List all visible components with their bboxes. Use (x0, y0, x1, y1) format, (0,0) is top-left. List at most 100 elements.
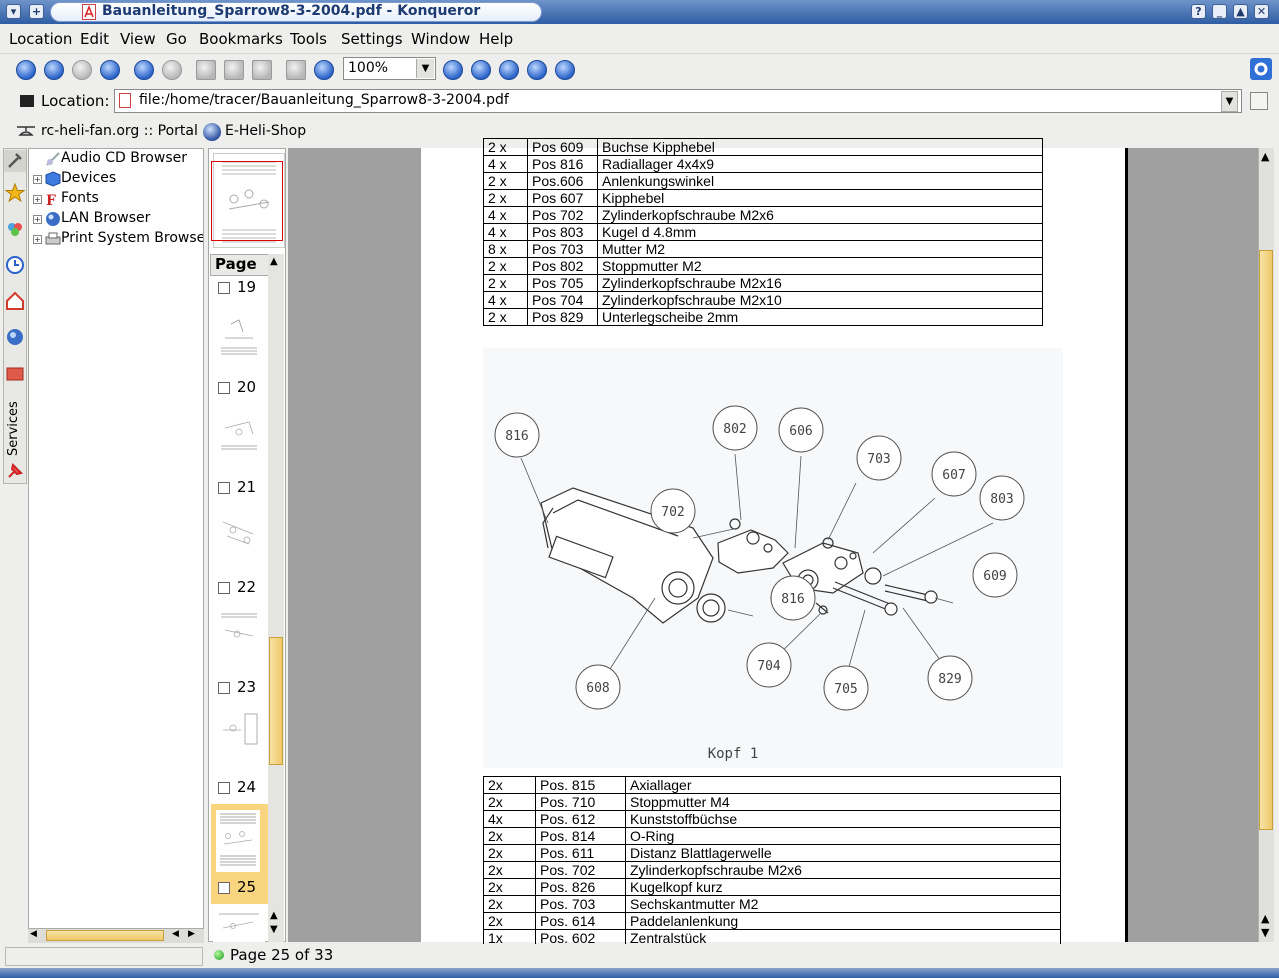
services-vertical-tab[interactable]: Services (6, 398, 24, 458)
table-cell: Zylinderkopfschraube M2x16 (597, 274, 1043, 292)
thumbnail-page-25[interactable]: 25 (213, 808, 268, 908)
table-cell: Pos.606 (527, 172, 598, 190)
menu-location[interactable]: Location (9, 30, 72, 48)
help-button[interactable]: ? (1191, 4, 1206, 19)
page-checkbox[interactable] (218, 882, 230, 894)
menu-bar (0, 26, 1279, 52)
previous-page-icon[interactable] (499, 60, 519, 80)
window-menu-button[interactable]: ▾ (6, 4, 21, 19)
print-icon[interactable] (286, 60, 306, 80)
scroll-up-icon[interactable]: ▲ (270, 256, 278, 267)
thumbnail-page-26-partial[interactable] (213, 908, 265, 942)
menu-bookmarks[interactable]: Bookmarks (199, 30, 283, 48)
table-cell: 2x (483, 776, 536, 794)
chevron-down-icon[interactable]: ▼ (416, 59, 434, 78)
forward-icon[interactable] (72, 60, 92, 80)
menu-tools[interactable]: Tools (290, 30, 327, 48)
thumbnail-page-23[interactable]: 23 (213, 678, 268, 778)
expand-icon[interactable]: + (33, 175, 42, 184)
last-page-icon[interactable] (555, 60, 575, 80)
tree-item-lan-browser[interactable]: + LAN Browser (29, 209, 203, 229)
page-checkbox[interactable] (218, 682, 230, 694)
tree-item-fonts[interactable]: + F Fonts (29, 189, 203, 209)
page-checkbox[interactable] (218, 282, 230, 294)
thumbnail-page-22[interactable]: 22 (213, 578, 268, 678)
thumbnail-page-21[interactable]: 21 (213, 478, 268, 578)
root-folder-icon[interactable] (4, 362, 26, 384)
konqueror-gear-icon[interactable] (1250, 58, 1272, 80)
tree-horizontal-scrollbar[interactable]: ◀ ◀ ▶ (28, 928, 204, 943)
expand-icon[interactable]: + (33, 195, 42, 204)
expand-icon[interactable]: + (33, 235, 42, 244)
bookmarks-tab-star-icon[interactable] (4, 182, 26, 204)
scroll-left-icon[interactable]: ◀ (172, 929, 179, 939)
page-checkbox[interactable] (218, 782, 230, 794)
home-folder-icon[interactable] (4, 290, 26, 312)
table-row: 2 x Pos 705 Zylinderkopfschraube M2x16 (483, 274, 1043, 292)
scroll-up-icon[interactable]: ▲ (1261, 150, 1269, 163)
location-history-dropdown[interactable]: ▼ (1221, 91, 1238, 112)
page-checkbox[interactable] (218, 482, 230, 494)
pin-icon[interactable] (4, 460, 26, 482)
tree-item-devices[interactable]: + Devices (29, 169, 203, 189)
page-checkbox[interactable] (218, 582, 230, 594)
back-icon[interactable] (44, 60, 64, 80)
tree-scroll-thumb[interactable] (46, 930, 164, 941)
menu-view[interactable]: View (120, 30, 156, 48)
expand-icon[interactable]: + (33, 215, 42, 224)
menu-settings[interactable]: Settings (341, 30, 403, 48)
thumbnail-scroll-thumb[interactable] (269, 637, 283, 765)
zoom-select[interactable]: 100% ▼ (343, 57, 436, 80)
scroll-right-icon[interactable]: ▶ (188, 929, 195, 939)
stop-icon[interactable] (162, 60, 182, 80)
page-checkbox[interactable] (218, 382, 230, 394)
zoom-icon[interactable] (443, 60, 463, 80)
home-icon[interactable] (100, 60, 120, 80)
table-cell: Pos. 611 (535, 844, 626, 862)
maximize-button[interactable]: ▲ (1233, 4, 1248, 19)
cut-icon[interactable] (196, 60, 216, 80)
next-page-icon[interactable] (527, 60, 547, 80)
tree-item-audio-cd[interactable]: Audio CD Browser (29, 149, 203, 169)
table-cell: Stoppmutter M2 (597, 257, 1043, 275)
table-cell: 2 x (483, 274, 528, 292)
thumbnail-page-19[interactable]: 19 (213, 278, 268, 378)
menu-window[interactable]: Window (411, 30, 470, 48)
table-cell: 2x (483, 793, 536, 811)
tree-item-print-system[interactable]: + Print System Browse (29, 229, 203, 249)
menu-help[interactable]: Help (479, 30, 513, 48)
menu-edit[interactable]: Edit (80, 30, 109, 48)
scroll-down-icon[interactable]: ▼ (270, 924, 278, 935)
tools-tab-icon[interactable] (4, 150, 26, 172)
history-clock-icon[interactable] (4, 254, 26, 276)
document-scroll-thumb[interactable] (1259, 250, 1273, 830)
page-column-header[interactable]: Page (210, 254, 270, 276)
scroll-up-icon[interactable]: ▲ (270, 910, 278, 921)
thumbnail-page-20[interactable]: 20 (213, 378, 268, 478)
find-icon[interactable] (314, 60, 334, 80)
table-cell: Paddelanlenkung (625, 912, 1061, 930)
network-globe-icon[interactable] (4, 326, 26, 348)
location-input[interactable]: file:/home/tracer/Bauanleitung_Sparrow8-… (114, 89, 1242, 113)
services-tab-icon[interactable] (4, 218, 26, 240)
scroll-left-icon[interactable]: ◀ (30, 929, 37, 939)
reload-icon[interactable] (134, 60, 154, 80)
scroll-up-icon[interactable]: ▲ (1261, 912, 1269, 925)
table-row: 4 x Pos 803 Kugel d 4.8mm (483, 223, 1043, 241)
clear-location-icon[interactable] (20, 95, 34, 107)
close-button[interactable]: ✕ (1254, 4, 1269, 19)
sticky-button[interactable]: + (29, 4, 44, 19)
viewport-frame (211, 161, 283, 241)
up-icon[interactable] (16, 60, 36, 80)
scroll-down-icon[interactable]: ▼ (1261, 926, 1269, 939)
copy-icon[interactable] (224, 60, 244, 80)
parts-table-top: 2 x Pos 609 Buchse Kipphebel 4 x Pos 816 Radi… (483, 138, 1043, 326)
paste-icon[interactable] (252, 60, 272, 80)
bookmark-e-heli-shop[interactable]: E-Heli-Shop (225, 123, 306, 139)
bookmark-rc-heli-fan[interactable]: rc-heli-fan.org :: Portal (41, 123, 198, 139)
go-icon[interactable] (1250, 92, 1268, 110)
thumbnail-scrollbar[interactable]: ▲ ▲ ▼ (268, 254, 284, 942)
minimize-button[interactable]: _ (1212, 4, 1227, 19)
first-page-icon[interactable] (471, 60, 491, 80)
menu-go[interactable]: Go (166, 30, 187, 48)
